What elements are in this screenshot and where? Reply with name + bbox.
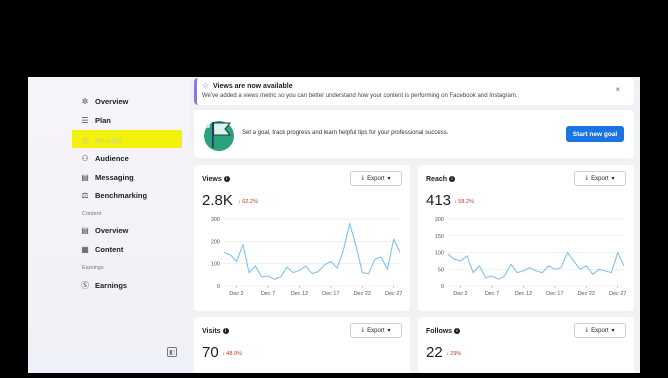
close-icon[interactable]: ×	[615, 85, 620, 94]
y-tick-label: 50	[438, 267, 444, 273]
sidebar-item-content-overview[interactable]: ▤ Overview	[80, 225, 128, 235]
x-tick-label: Dec 22	[354, 291, 371, 297]
caret-down-icon: ▾	[611, 328, 615, 334]
sidebar-item-plan[interactable]: ☰ Plan	[80, 115, 111, 125]
sidebar-item-label: Earnings	[95, 280, 128, 290]
sidebar-item-earnings[interactable]: Ⓢ Earnings	[80, 280, 127, 290]
goal-text: Set a goal, track progress and learn hel…	[242, 130, 449, 136]
goal-flag-illustration	[204, 121, 234, 151]
banner-description: We've added a views metric so you can be…	[202, 93, 518, 99]
list-icon: ☰	[81, 115, 89, 125]
sidebar-item-overview[interactable]: ✲ Overview	[80, 96, 129, 106]
chat-icon: ▤	[81, 172, 89, 182]
views-available-banner: ☆ Views are now available We've added a …	[194, 78, 634, 105]
sidebar-item-label: Messaging	[95, 172, 134, 182]
app-window: ✲ Overview ☰ Plan ▥ Results ⚇ Audience ▤…	[28, 77, 640, 373]
info-icon[interactable]: i	[449, 176, 456, 183]
x-tick-label: Dec 12	[515, 291, 532, 297]
reach-card: Reach i ⤓ Export ▾ 413 ↓ 58.2% 0 50 100 150 2…	[418, 165, 634, 311]
download-icon: ⤓	[361, 327, 365, 333]
start-new-goal-button[interactable]: Start new goal	[566, 126, 624, 142]
x-tick-label: Dec 17	[546, 291, 563, 297]
metric-name: Reach i	[426, 176, 456, 183]
reach-line-chart: 0 50 100 150 200 Dec 2 Dec 7 Dec 12 Dec 17 Dec 22…	[435, 217, 627, 297]
grid-icon: ▦	[81, 244, 89, 254]
metric-change: ↓ 58.2%	[454, 199, 474, 205]
sidebar-item-label: Content	[95, 244, 124, 254]
metric-name: Views i	[202, 176, 230, 183]
views-line-chart: 0 100 200 300 Dec 2 Dec 7 Dec 12 Dec 17 Dec 22 De…	[211, 217, 403, 297]
x-tick-label: Dec 27	[609, 291, 626, 297]
sparkle-icon: ✲	[81, 96, 89, 106]
export-button[interactable]: ⤓ Export ▾	[574, 323, 626, 338]
sidebar-item-messaging[interactable]: ▤ Messaging	[80, 172, 134, 182]
benchmark-icon: ⚖	[81, 190, 89, 200]
download-icon: ⤓	[585, 327, 589, 333]
x-tick-label: Dec 7	[261, 291, 275, 297]
info-icon[interactable]: i	[223, 176, 230, 183]
y-tick-label: 0	[217, 284, 220, 290]
sidebar-item-audience[interactable]: ⚇ Audience	[80, 153, 129, 163]
chart-icon: ▥	[81, 135, 89, 145]
visits-card: Visits i ⤓ Export ▾ 70 ↓ 48.9%	[194, 317, 410, 373]
metric-name: Visits i	[202, 328, 229, 335]
export-button[interactable]: ⤓ Export ▾	[350, 171, 402, 186]
x-tick-label: Dec 12	[291, 291, 308, 297]
metric-name: Follows i	[426, 328, 461, 335]
x-tick-label: Dec 17	[322, 291, 339, 297]
collapse-sidebar-icon[interactable]: ◧	[167, 347, 177, 357]
x-tick-label: Dec 7	[485, 291, 499, 297]
sidebar-item-label: Benchmarking	[95, 190, 148, 200]
caret-down-icon: ▾	[387, 328, 391, 334]
main-content: ☆ Views are now available We've added a …	[190, 77, 640, 373]
metric-change: ↓ 29%	[446, 351, 462, 357]
caret-down-icon: ▾	[611, 176, 615, 182]
star-icon: ☆	[202, 81, 210, 90]
series-line	[447, 251, 625, 280]
y-tick-label: 300	[211, 217, 220, 223]
export-button[interactable]: ⤓ Export ▾	[574, 171, 626, 186]
x-tick-label: Dec 2	[453, 291, 467, 297]
dollar-icon: Ⓢ	[81, 280, 89, 290]
info-icon[interactable]: i	[222, 328, 229, 335]
x-tick-label: Dec 22	[578, 291, 595, 297]
y-tick-label: 200	[435, 217, 444, 223]
goal-card: Set a goal, track progress and learn hel…	[194, 110, 634, 158]
sidebar-item-content[interactable]: ▦ Content	[80, 244, 123, 254]
caret-down-icon: ▾	[387, 176, 391, 182]
y-tick-label: 150	[435, 234, 444, 240]
metric-change: ↓ 48.9%	[222, 351, 242, 357]
sidebar-item-label: Plan	[95, 115, 111, 125]
series-line	[223, 222, 401, 280]
people-icon: ⚇	[81, 153, 89, 163]
sidebar-item-label: Results	[95, 135, 123, 145]
export-button[interactable]: ⤓ Export ▾	[350, 323, 402, 338]
banner-title: Views are now available	[213, 83, 293, 90]
overview-icon: ▤	[81, 225, 89, 235]
section-heading-content: Content	[82, 211, 102, 217]
download-icon: ⤓	[361, 175, 365, 181]
section-heading-earnings: Earnings	[82, 265, 104, 271]
sidebar-item-results[interactable]: ▥ Results	[80, 135, 122, 145]
sidebar-item-label: Overview	[95, 225, 129, 235]
metric-value: 70	[202, 344, 219, 361]
sidebar-item-label: Overview	[95, 96, 129, 106]
info-icon[interactable]: i	[454, 328, 461, 335]
sidebar-item-benchmarking[interactable]: ⚖ Benchmarking	[80, 190, 147, 200]
y-tick-label: 200	[211, 239, 220, 245]
y-tick-label: 100	[435, 251, 444, 257]
metric-change: ↓ 62.2%	[238, 199, 258, 205]
metric-value: 2.8K	[202, 192, 233, 209]
follows-card: Follows i ⤓ Export ▾ 22 ↓ 29%	[418, 317, 634, 373]
metric-value: 22	[426, 344, 443, 361]
y-tick-label: 100	[211, 262, 220, 268]
x-tick-label: Dec 27	[385, 291, 402, 297]
x-tick-label: Dec 2	[229, 291, 243, 297]
sidebar: ✲ Overview ☰ Plan ▥ Results ⚇ Audience ▤…	[28, 77, 190, 373]
sidebar-item-label: Audience	[95, 153, 129, 163]
download-icon: ⤓	[585, 175, 589, 181]
views-card: Views i ⤓ Export ▾ 2.8K ↓ 62.2% 0 100 200 30…	[194, 165, 410, 311]
y-tick-label: 0	[441, 284, 444, 290]
metric-value: 413	[426, 192, 452, 209]
